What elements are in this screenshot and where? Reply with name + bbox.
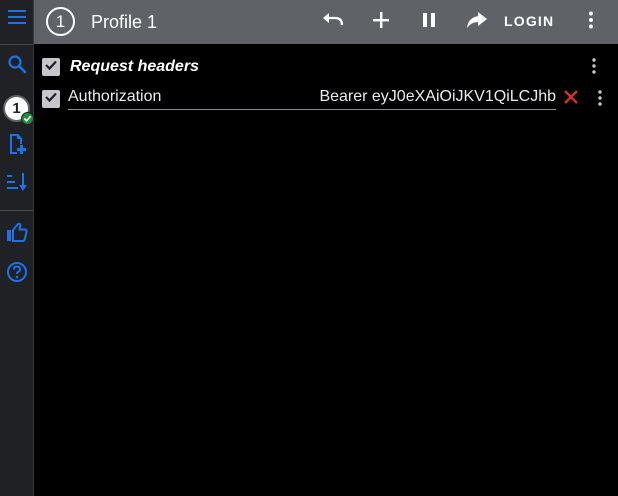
search-button[interactable] — [0, 48, 33, 84]
sidebar-divider — [0, 44, 33, 45]
profile-number: 1 — [12, 99, 21, 117]
share-arrow-icon — [466, 11, 488, 34]
delete-header-button[interactable] — [560, 88, 582, 110]
section-enabled-checkbox[interactable] — [42, 58, 60, 76]
undo-button[interactable] — [317, 6, 349, 38]
add-button[interactable] — [365, 6, 397, 38]
close-icon — [563, 89, 579, 110]
help-button[interactable] — [0, 256, 33, 292]
profile-badge: 1 — [3, 94, 34, 125]
menu-button[interactable] — [0, 0, 33, 38]
sidebar: 1 — [0, 0, 34, 496]
more-vert-icon — [592, 57, 596, 79]
menu-icon — [7, 9, 27, 30]
header-value-field[interactable]: Bearer eyJ0eXAiOiJKV1QiLCJhb — [276, 88, 556, 106]
header-fields: Authorization Bearer eyJ0eXAiOiJKV1QiLCJ… — [68, 84, 556, 110]
share-button[interactable] — [461, 6, 493, 38]
thumbs-up-icon — [6, 222, 28, 247]
header-more-button[interactable] — [575, 6, 607, 38]
header-row: Authorization Bearer eyJ0eXAiOiJKV1QiLCJ… — [34, 84, 618, 116]
add-profile-button[interactable] — [0, 128, 33, 164]
sort-button[interactable] — [0, 166, 33, 202]
sidebar-divider — [0, 210, 33, 211]
help-icon — [6, 261, 28, 288]
plus-icon — [372, 11, 390, 34]
check-icon — [44, 90, 58, 109]
profile-number: 1 — [55, 11, 66, 31]
header-enabled-checkbox[interactable] — [42, 90, 60, 108]
undo-icon — [322, 12, 344, 33]
profile-number-badge: 1 — [46, 7, 75, 36]
section-more-button[interactable] — [582, 56, 606, 80]
pause-icon — [421, 12, 437, 33]
header-name-field[interactable]: Authorization — [68, 88, 268, 106]
add-file-icon — [6, 133, 28, 160]
pause-button[interactable] — [413, 6, 445, 38]
check-icon — [44, 58, 58, 77]
search-icon — [7, 54, 27, 79]
rate-button[interactable] — [0, 216, 33, 252]
more-vert-icon — [598, 89, 602, 111]
sidebar-profile-1[interactable]: 1 — [0, 88, 34, 128]
header-more-menu-button[interactable] — [588, 88, 612, 112]
app-root: 1 1 Profile 1 LOGIN Request headers Auth… — [0, 0, 618, 496]
sort-icon — [6, 172, 28, 197]
active-check-icon — [21, 111, 34, 125]
section-request-headers: Request headers — [34, 52, 618, 84]
profile-title[interactable]: Profile 1 — [91, 12, 157, 33]
more-vert-icon — [588, 11, 594, 34]
header-bar: 1 Profile 1 LOGIN — [34, 0, 618, 44]
section-title: Request headers — [70, 58, 199, 75]
login-button[interactable]: LOGIN — [504, 13, 554, 29]
